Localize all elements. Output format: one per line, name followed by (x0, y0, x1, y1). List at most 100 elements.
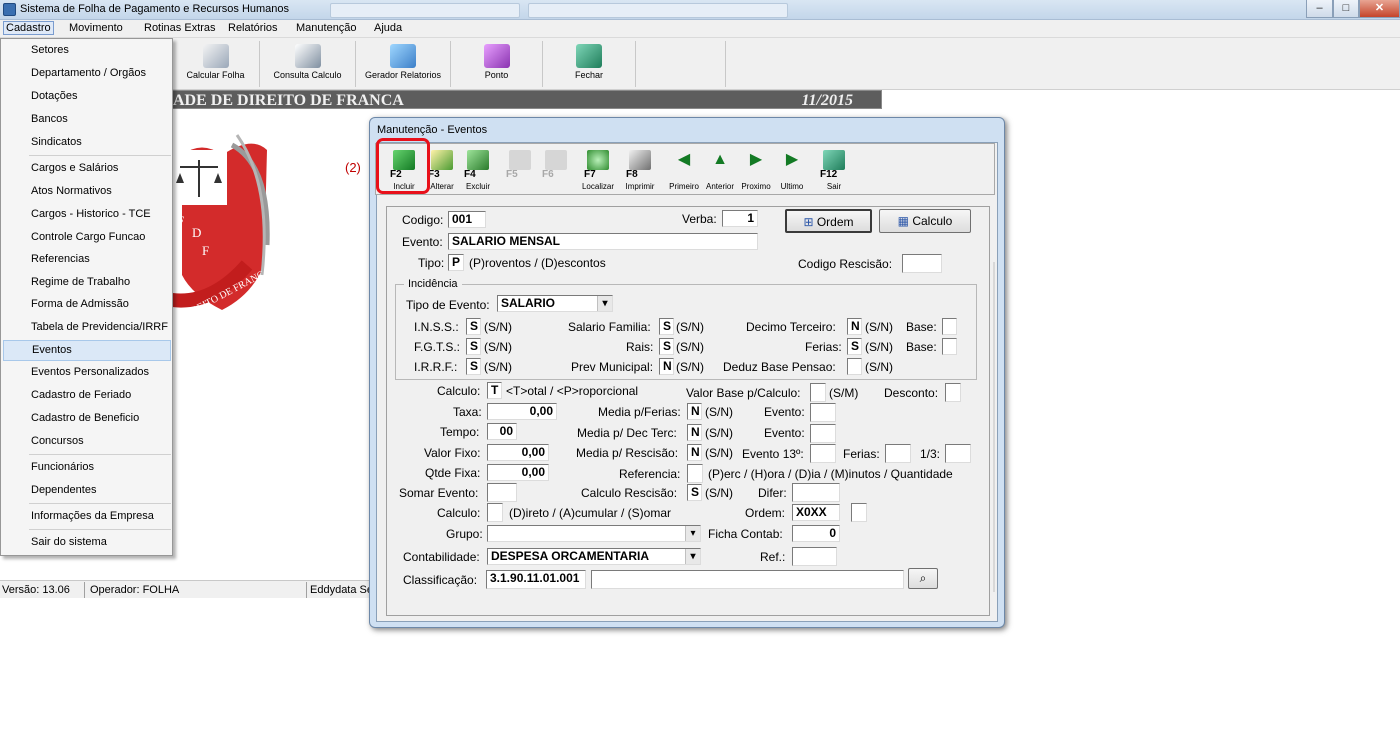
menu-item-eventos-personalizados[interactable]: Eventos Personalizados (3, 363, 171, 384)
menu-item-cadastro-feriado[interactable]: Cadastro de Feriado (3, 386, 171, 407)
documents-icon (294, 44, 321, 68)
classificacao-field[interactable]: 3.1.90.11.01.001 (486, 570, 586, 589)
ordem-field[interactable]: X0XX (792, 504, 840, 521)
rais-field[interactable]: S (659, 338, 674, 355)
menu-item-bancos[interactable]: Bancos (3, 110, 171, 131)
menu-item-cargos-historico[interactable]: Cargos - Historico - TCE (3, 205, 171, 226)
localizar-button[interactable]: F7 Localizar (578, 147, 618, 192)
media-dec-terc-field[interactable]: N (687, 424, 702, 441)
menu-item-forma-admissao[interactable]: Forma de Admissão (3, 295, 171, 316)
evento-13-field[interactable] (810, 444, 836, 463)
codigo-field[interactable]: 001 (448, 211, 486, 228)
fgts-field[interactable]: S (466, 338, 481, 355)
status-bar: Versão: 13.06 Operador: FOLHA Eddydata S… (0, 580, 377, 598)
calculo-field[interactable]: T (487, 382, 502, 399)
menu-item-dotacoes[interactable]: Dotações (3, 87, 171, 108)
menu-item-funcionarios[interactable]: Funcionários (3, 458, 171, 479)
classificacao-descricao-field[interactable] (591, 570, 904, 589)
close-button[interactable]: ✕ (1359, 0, 1400, 18)
ultimo-button[interactable]: ▶ Ultimo (772, 147, 812, 192)
menu-item-departamento[interactable]: Departamento / Orgãos (3, 64, 171, 85)
inss-field[interactable]: S (466, 318, 481, 335)
status-company: Eddydata Ser (310, 584, 377, 596)
evento-ferias-field[interactable] (810, 403, 836, 422)
tipo-evento-select[interactable]: SALARIO (497, 295, 613, 312)
calculo-tipo-field[interactable] (487, 503, 503, 522)
ordem-extra-field[interactable] (851, 503, 867, 522)
tipo-field[interactable]: P (448, 254, 464, 271)
valor-fixo-field[interactable]: 0,00 (487, 444, 549, 461)
menu-item-atos-normativos[interactable]: Atos Normativos (3, 182, 171, 203)
grupo-select[interactable] (487, 525, 701, 542)
calcular-folha-button[interactable]: Calcular Folha (172, 41, 260, 87)
ferias-13-field[interactable] (885, 444, 911, 463)
evento-dec-field[interactable] (810, 424, 836, 443)
anterior-button[interactable]: ▲ Anterior (700, 147, 740, 192)
prev-municipal-field[interactable]: N (659, 358, 674, 375)
qtde-fixa-field[interactable]: 0,00 (487, 464, 549, 481)
menu-rotinas-extras[interactable]: Rotinas Extras (141, 22, 219, 34)
ferias-field[interactable]: S (847, 338, 862, 355)
menu-manutencao[interactable]: Manutenção (293, 22, 360, 34)
base-ferias-field[interactable] (942, 338, 957, 355)
menu-item-referencias[interactable]: Referencias (3, 250, 171, 271)
menu-item-concursos[interactable]: Concursos (3, 432, 171, 453)
ficha-contab-field[interactable]: 0 (792, 525, 840, 542)
menu-item-setores[interactable]: Setores (3, 41, 171, 62)
menu-item-dependentes[interactable]: Dependentes (3, 481, 171, 502)
salario-familia-field[interactable]: S (659, 318, 674, 335)
irrf-field[interactable]: S (466, 358, 481, 375)
menu-item-cargos-salarios[interactable]: Cargos e Salários (3, 159, 171, 180)
desconto-field[interactable] (945, 383, 961, 402)
primeiro-button[interactable]: ◀ Primeiro (664, 147, 704, 192)
valor-base-field[interactable] (810, 383, 826, 402)
menu-item-sindicatos[interactable]: Sindicatos (3, 133, 171, 154)
menu-item-informacoes-empresa[interactable]: Informações da Empresa (3, 507, 171, 528)
menu-relatorios[interactable]: Relatórios (225, 22, 281, 34)
proximo-button[interactable]: ▶ Proximo (736, 147, 776, 192)
menu-item-eventos[interactable]: Eventos (3, 340, 171, 361)
imprimir-button[interactable]: F8 Imprimir (620, 147, 660, 192)
contabilidade-select[interactable]: DESPESA ORCAMENTARIA (487, 548, 701, 565)
somar-evento-field[interactable] (487, 483, 517, 502)
fechar-button[interactable]: Fechar (543, 41, 636, 87)
menu-cadastro[interactable]: Cadastro (3, 21, 54, 35)
decimo-terceiro-field[interactable]: N (847, 318, 862, 335)
menu-item-regime-trabalho[interactable]: Regime de Trabalho (3, 273, 171, 294)
verba-field[interactable]: 1 (722, 210, 758, 227)
excluir-button[interactable]: F4 Excluir (458, 147, 498, 192)
deduz-base-pensao-field[interactable] (847, 358, 862, 375)
consulta-calculo-button[interactable]: Consulta Calculo (260, 41, 356, 87)
media-ferias-field[interactable]: N (687, 403, 702, 420)
difer-field[interactable] (792, 483, 840, 502)
media-rescisao-field[interactable]: N (687, 444, 702, 461)
gerador-relatorios-button[interactable]: Gerador Relatorios (356, 41, 451, 87)
menu-item-tabela-previdencia[interactable]: Tabela de Previdencia/IRRF (3, 318, 171, 339)
sn-hint: (S/N) (484, 320, 512, 334)
cancelar-button[interactable]: F6 (536, 147, 576, 192)
menu-item-sair[interactable]: Sair do sistema (3, 533, 171, 554)
calculo-button[interactable]: ▦ Calculo (879, 209, 971, 233)
taxa-field[interactable]: 0,00 (487, 403, 557, 420)
menu-item-controle-cargo[interactable]: Controle Cargo Funcao (3, 228, 171, 249)
media-ferias-label: Media p/Ferias: (598, 405, 681, 419)
somar-evento-label: Somar Evento: (399, 486, 479, 500)
referencia-field[interactable] (687, 464, 703, 483)
minimize-button[interactable]: – (1306, 0, 1333, 18)
codigo-rescisao-field[interactable] (902, 254, 942, 273)
menu-ajuda[interactable]: Ajuda (371, 22, 405, 34)
menu-movimento[interactable]: Movimento (66, 22, 126, 34)
base-decimo-field[interactable] (942, 318, 957, 335)
ref-field[interactable] (792, 547, 837, 566)
evento-field[interactable]: SALARIO MENSAL (448, 233, 758, 250)
sair-button[interactable]: F12 Sair (814, 147, 854, 192)
gravar-button[interactable]: F5 (500, 147, 540, 192)
maximize-button[interactable]: □ (1333, 0, 1359, 18)
ordem-button[interactable]: ⊞ Ordem (785, 209, 872, 233)
menu-item-cadastro-beneficio[interactable]: Cadastro de Beneficio (3, 409, 171, 430)
classificacao-search-button[interactable]: ⌕ (908, 568, 938, 589)
calculo-rescisao-field[interactable]: S (687, 484, 702, 501)
tempo-field[interactable]: 00 (487, 423, 517, 440)
ponto-button[interactable]: Ponto (451, 41, 543, 87)
um-terco-field[interactable] (945, 444, 971, 463)
